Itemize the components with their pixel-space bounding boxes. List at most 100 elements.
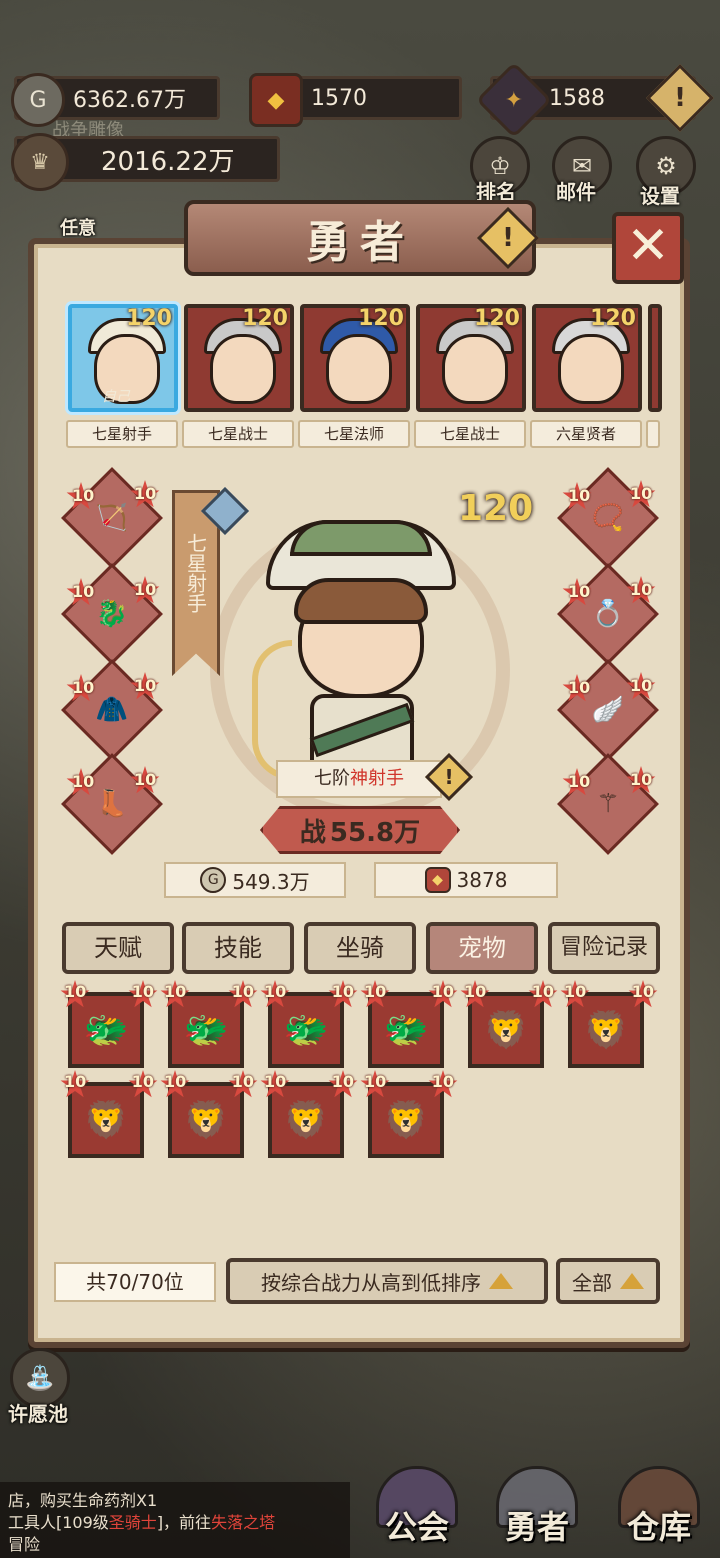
cloak-icon: 🧥 (95, 695, 129, 725)
sort-label: 按综合战力从高到低排序 (261, 1270, 481, 1295)
tab-adventure-log[interactable]: 冒险记录 (548, 922, 660, 974)
pet-slot[interactable]: 🐲 10 10 (160, 980, 258, 1068)
chat-line: 店，购买生命药剂X1 (8, 1491, 158, 1510)
hero-portrait (326, 334, 392, 404)
hero-gold-stat: G 549.3万 (164, 862, 346, 898)
pet-slot[interactable]: 🐲 10 10 (360, 980, 458, 1068)
rank-prefix: 七阶 (314, 768, 350, 789)
pet-slot[interactable]: 🦁 10 10 (60, 1070, 158, 1158)
pet-level: 10 (531, 982, 554, 1001)
hero-name-label: 七星战士 (414, 420, 526, 448)
golden-beast-icon: 🦁 (183, 1100, 229, 1141)
hero-count: 共70/70位 (54, 1262, 216, 1302)
notice-icon[interactable]: ! (646, 64, 714, 132)
hero-level: 120 (590, 306, 636, 331)
sort-button[interactable]: 按综合战力从高到低排序 (226, 1258, 548, 1304)
pet-slot[interactable]: 🐲 10 10 (60, 980, 158, 1068)
tab-pets[interactable]: 宠物 (426, 922, 538, 974)
equip-level: 10 (134, 484, 157, 503)
pet-slot[interactable]: 🦁 10 10 (460, 980, 558, 1068)
nav-guild[interactable]: 公会 (362, 1466, 472, 1556)
equip-level: 10 (72, 582, 95, 601)
golden-beast-icon: 🦁 (283, 1100, 329, 1141)
hero-card-warrior-2[interactable]: 120 (416, 304, 526, 412)
pet-level: 10 (231, 1072, 254, 1091)
golden-beast-icon: 🦁 (583, 1010, 629, 1051)
equip-level: 10 (134, 580, 157, 599)
arrow-up-icon (489, 1273, 513, 1289)
chat-line: 工具人[109级圣骑士]，前往失落之塔 (8, 1512, 342, 1534)
page-title: 勇者 (306, 217, 414, 268)
pet-level: 10 (231, 982, 254, 1001)
pet-slot[interactable]: 🦁 10 10 (360, 1070, 458, 1158)
fountain-icon: ⛲ (25, 1364, 55, 1392)
pet-level: 10 (364, 1072, 387, 1091)
golden-beast-icon: 🦁 (483, 1010, 529, 1051)
nav-heroes[interactable]: 勇者 (482, 1466, 592, 1556)
golden-beast-icon: 🦁 (83, 1100, 129, 1141)
chat-highlight: 圣骑士 (108, 1513, 157, 1532)
class-label: 七星射手 (183, 533, 208, 613)
arrow-up-icon (620, 1273, 644, 1289)
filter-button[interactable]: 全部 (556, 1258, 660, 1304)
hat-band (290, 520, 432, 556)
gear-icon: ⚙ (655, 152, 677, 180)
pet-level: 10 (364, 982, 387, 1001)
chat-text: 工具人[109级 (8, 1513, 109, 1532)
close-icon: ✕ (626, 216, 670, 276)
hero-card-sage[interactable]: 120 (532, 304, 642, 412)
hero-card-archer[interactable]: 120 自己 (68, 304, 178, 412)
equip-level: 10 (630, 770, 653, 789)
filter-label: 全部 (572, 1270, 612, 1295)
tab-talent[interactable]: 天赋 (62, 922, 174, 974)
hero-card-warrior[interactable]: 120 (184, 304, 294, 412)
pet-slot[interactable]: 🐲 10 10 (260, 980, 358, 1068)
equip-level: 10 (630, 484, 653, 503)
coin-icon: G (200, 867, 227, 893)
self-tag: 自己 (102, 389, 130, 405)
hero-power-ribbon: 战 55.8万 (260, 806, 460, 854)
ice-dragon-icon: 🐲 (83, 1010, 129, 1051)
rank-plate: 七阶神射手 (276, 760, 442, 798)
hero-name-label: 七星法师 (298, 420, 410, 448)
equip-level: 10 (568, 582, 591, 601)
total-power: 2016.22万 (101, 146, 235, 177)
crystal-icon: ✦ (475, 61, 553, 139)
equip-level: 10 (72, 772, 95, 791)
hero-name-label-partial (646, 420, 660, 448)
hero-card-mage[interactable]: 120 (300, 304, 410, 412)
pet-level: 10 (431, 982, 454, 1001)
pet-level: 10 (331, 982, 354, 1001)
pet-slot[interactable]: 🦁 10 10 (160, 1070, 258, 1158)
equip-level: 10 (72, 486, 95, 505)
settings-label: 设置 (640, 184, 680, 208)
nav-warehouse[interactable]: 仓库 (604, 1466, 714, 1556)
chat-text: ]，前往 (156, 1513, 212, 1532)
tab-mount[interactable]: 坐骑 (304, 922, 416, 974)
boots-icon: 👢 (95, 789, 129, 819)
tab-skills[interactable]: 技能 (182, 922, 294, 974)
close-button[interactable]: ✕ (612, 212, 684, 284)
hero-portrait (210, 334, 276, 404)
ice-dragon-icon: 🐲 (283, 1010, 329, 1051)
hero-badge-value: 3878 (456, 868, 508, 892)
pet-level: 10 (64, 1072, 87, 1091)
bow-icon (252, 640, 292, 780)
necklace-icon: 📿 (591, 503, 625, 533)
mail-label: 邮件 (556, 180, 596, 204)
hero-card-partial[interactable] (648, 304, 662, 412)
chat-log[interactable]: 店，购买生命药剂X1 工具人[109级圣骑士]，前往失落之塔 冒险 (0, 1482, 350, 1558)
pet-level: 10 (564, 982, 587, 1001)
pet-level: 10 (164, 982, 187, 1001)
hero-power-value: 55.8万 (329, 817, 421, 848)
equip-level: 10 (134, 676, 157, 695)
pet-level: 10 (131, 982, 154, 1001)
pet-slot[interactable]: 🦁 10 10 (560, 980, 658, 1068)
pet-slot[interactable]: 🦁 10 10 (260, 1070, 358, 1158)
pet-level: 10 (264, 982, 287, 1001)
hero-portrait (558, 334, 624, 404)
gold-resource-bar: G 6362.67万 (11, 73, 220, 127)
ice-dragon-icon: 🐲 (183, 1010, 229, 1051)
hero-figure[interactable] (252, 520, 456, 780)
chat-highlight: 失落之塔 (211, 1513, 276, 1532)
